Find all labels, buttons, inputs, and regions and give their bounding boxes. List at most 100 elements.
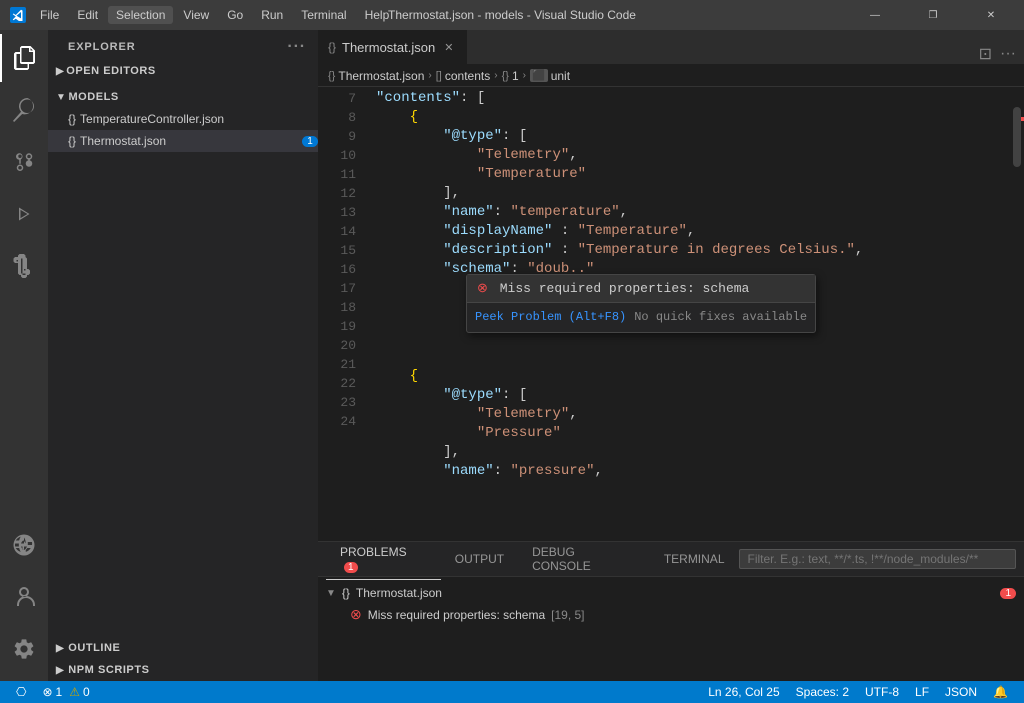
breadcrumb-1-label: 1 [512,69,519,83]
more-actions-button[interactable]: ··· [1000,45,1016,63]
line-num-21: 21 [318,355,356,374]
breadcrumb-contents[interactable]: [] contents [436,69,491,83]
minimize-button[interactable]: — [852,0,898,30]
problems-label: PROBLEMS [340,545,407,559]
code-line-24: "name": "pressure", [376,462,1010,481]
panel-tab-output[interactable]: OUTPUT [441,546,518,572]
code-line-10: "Telemetry", [376,146,1010,165]
scrollbar[interactable] [1010,87,1024,541]
status-right: Ln 26, Col 25 Spaces: 2 UTF-8 LF JSON 🔔 [700,681,1016,703]
output-label: OUTPUT [455,552,504,566]
maximize-button[interactable]: ❐ [910,0,956,30]
line-num-19: 19 [318,317,356,336]
problem-item[interactable]: ⊗ Miss required properties: schema [19, … [326,603,1016,626]
problem-message: Miss required properties: schema [368,608,545,622]
code-line-14: "displayName" : "Temperature", [376,222,1010,241]
code-line-11: "Temperature" [376,165,1010,184]
status-encoding[interactable]: UTF-8 [857,681,907,703]
line-num-7: 7 [318,89,356,108]
menu-run[interactable]: Run [253,6,291,24]
status-remote[interactable]: ⎔ [8,681,34,703]
status-spaces[interactable]: Spaces: 2 [788,681,857,703]
models-chevron: ▼ [56,92,66,103]
editor-area: {} Thermostat.json ✕ ⊡ ··· {} Thermostat… [318,30,1024,681]
line-num-22: 22 [318,374,356,393]
sidebar-more-icon[interactable]: ··· [287,38,306,56]
sidebar-bottom-sections: ▶ OUTLINE ▶ NPM SCRIPTS [48,637,318,681]
line-num-24: 24 [318,412,356,431]
code-line-9: "@type": [ [376,127,1010,146]
menu-file[interactable]: File [32,6,67,24]
breadcrumb-unit[interactable]: ⬛ unit [530,69,570,83]
split-editor-button[interactable]: ⊡ [979,44,992,64]
activity-accounts[interactable] [0,573,48,621]
file-thermostat-label: Thermostat.json [80,134,302,148]
activity-search[interactable] [0,86,48,134]
status-bar: ⎔ ⊗ 1 ⚠ 0 Ln 26, Col 25 Spaces: 2 UTF-8 … [0,681,1024,703]
code-line-23: ], [376,443,1010,462]
status-eol[interactable]: LF [907,681,937,703]
file-temperature-controller[interactable]: {} TemperatureController.json [48,108,318,130]
line-num-20: 20 [318,336,356,355]
warning-icon: ⚠ [69,685,80,699]
outline-section[interactable]: ▶ OUTLINE [48,637,318,659]
file-thermostat[interactable]: {} Thermostat.json 1 [48,130,318,152]
panel-tab-terminal[interactable]: TERMINAL [650,546,739,572]
activity-run[interactable] [0,190,48,238]
status-errors[interactable]: ⊗ 1 ⚠ 0 [34,681,97,703]
problem-file-group[interactable]: ▼ {} Thermostat.json 1 [326,583,1016,603]
panel-tab-debug-console[interactable]: DEBUG CONSOLE [518,539,650,579]
activity-bar [0,30,48,681]
remote-icon: ⎔ [16,685,26,699]
activity-explorer[interactable] [0,34,48,82]
code-line-20: "@type": [ [376,386,1010,405]
activity-settings[interactable] [0,625,48,673]
code-editor[interactable]: 7 8 9 10 11 12 13 14 15 16 17 18 19 20 2… [318,87,1024,541]
peek-problem-link[interactable]: Peek Problem (Alt+F8) [475,308,626,327]
tooltip-body: Peek Problem (Alt+F8) No quick fixes ava… [467,303,815,332]
breadcrumb-unit-label: unit [551,69,570,83]
file-json-icon2: {} [68,134,76,148]
breadcrumb-file[interactable]: {} Thermostat.json [328,69,424,83]
problem-count-badge: 1 [1000,588,1016,599]
debug-console-label: DEBUG CONSOLE [532,545,591,573]
code-content: 7 8 9 10 11 12 13 14 15 16 17 18 19 20 2… [318,87,1024,541]
titlebar-left: File Edit Selection View Go Run Terminal… [10,6,397,24]
activity-remote[interactable] [0,521,48,569]
status-position[interactable]: Ln 26, Col 25 [700,681,787,703]
npm-scripts-section[interactable]: ▶ NPM SCRIPTS [48,659,318,681]
problem-file-name: Thermostat.json [356,586,442,600]
menu-terminal[interactable]: Terminal [293,6,354,24]
tooltip-message: Miss required properties: schema [500,281,750,296]
menu-selection[interactable]: Selection [108,6,173,24]
eol-label: LF [915,685,929,699]
close-button[interactable]: ✕ [968,0,1014,30]
menu-edit[interactable]: Edit [69,6,106,24]
line-num-14: 14 [318,222,356,241]
models-header[interactable]: ▼ MODELS [48,86,318,108]
breadcrumb-1-icon: {} [502,70,509,82]
open-editors-header[interactable]: ▶ OPEN EDITORS [48,60,318,82]
breadcrumb-1[interactable]: {} 1 [502,69,519,83]
status-notifications[interactable]: 🔔 [985,681,1016,703]
terminal-label: TERMINAL [664,552,725,566]
tab-bar: {} Thermostat.json ✕ ⊡ ··· [318,30,1024,65]
activity-source-control[interactable] [0,138,48,186]
sidebar: EXPLORER ··· ▶ OPEN EDITORS ▼ MODELS {} … [48,30,318,681]
code-line-12: ], [376,184,1010,203]
npm-scripts-label: NPM SCRIPTS [68,664,149,676]
line-num-8: 8 [318,108,356,127]
activity-extensions[interactable] [0,242,48,290]
problem-file-json-icon: {} [342,586,350,600]
menu-go[interactable]: Go [219,6,251,24]
panel-tab-problems[interactable]: PROBLEMS 1 [326,539,441,580]
line-num-17: 17 [318,279,356,298]
menu-view[interactable]: View [175,6,217,24]
status-language[interactable]: JSON [937,681,985,703]
scrollbar-thumb [1013,107,1021,167]
tab-thermostat[interactable]: {} Thermostat.json ✕ [318,30,467,64]
panel-content: ▼ {} Thermostat.json 1 ⊗ Miss required p… [318,577,1024,681]
panel-filter-input[interactable] [739,549,1017,569]
tab-close-button[interactable]: ✕ [441,40,456,55]
breadcrumb-file-icon: {} [328,70,335,82]
